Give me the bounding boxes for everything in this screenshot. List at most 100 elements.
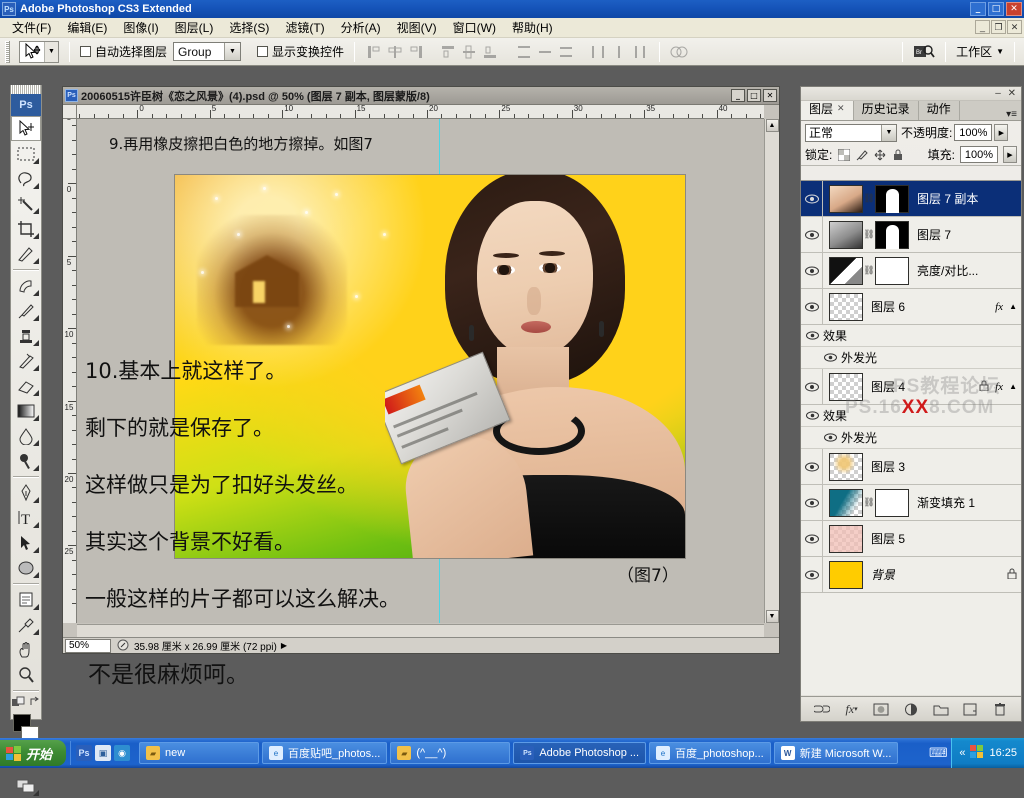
maximize-button[interactable]: □ xyxy=(988,2,1004,16)
chevron-down-icon[interactable]: ▼ xyxy=(881,124,896,141)
notes-tool-button[interactable] xyxy=(11,587,41,612)
align-right-edges-icon[interactable] xyxy=(407,43,425,61)
scroll-down-button[interactable]: ▼ xyxy=(765,610,779,623)
clone-stamp-tool-button[interactable] xyxy=(11,323,41,348)
layer-row-background[interactable]: 背景 xyxy=(801,557,1021,593)
layer-thumbnail[interactable] xyxy=(829,220,863,249)
menu-file[interactable]: 文件(F) xyxy=(4,17,59,38)
panel-collapse-icon[interactable]: – ✕ xyxy=(995,88,1018,99)
layer-visibility-toggle[interactable] xyxy=(801,217,823,252)
task-button-photoshop[interactable]: Ps Adobe Photoshop ... xyxy=(513,742,647,764)
layer-row-brightness-contrast[interactable]: ⛓ 亮度/对比... xyxy=(801,253,1021,289)
scroll-up-button[interactable]: ▲ xyxy=(765,119,779,132)
pen-tool-button[interactable] xyxy=(11,480,41,505)
menu-edit[interactable]: 编辑(E) xyxy=(59,17,115,38)
layer-name[interactable]: 图层 5 xyxy=(871,530,905,547)
eraser-tool-button[interactable] xyxy=(11,373,41,398)
add-layer-mask-button[interactable] xyxy=(872,700,890,718)
menu-image[interactable]: 图像(I) xyxy=(115,17,166,38)
layer-name[interactable]: 图层 7 xyxy=(917,226,951,243)
network-icon[interactable] xyxy=(970,745,984,761)
layer-effect-outer-glow-row[interactable]: 外发光 xyxy=(801,427,1021,449)
menu-select[interactable]: 选择(S) xyxy=(221,17,277,38)
opacity-input[interactable]: 100% xyxy=(954,124,993,141)
chevron-up-icon[interactable]: ▲ xyxy=(1009,382,1017,391)
auto-select-layer-option[interactable]: 自动选择图层 xyxy=(80,43,167,60)
auto-select-scope-select[interactable]: Group ▼ xyxy=(173,42,242,61)
layer-visibility-toggle[interactable] xyxy=(801,181,823,216)
new-layer-button[interactable] xyxy=(961,700,979,718)
layer-row-3[interactable]: 图层 3 xyxy=(801,449,1021,485)
workspace-button[interactable]: 工作区 ▼ xyxy=(956,43,1004,60)
layer-list[interactable]: ⛓ 图层 7 副本 ⛓ 图层 7 ⛓ 亮度/对比... 图层 6 fx ▲ 效果… xyxy=(801,180,1021,695)
photoshop-quicklaunch-icon[interactable]: Ps xyxy=(76,745,93,761)
eyedropper-tool-button[interactable] xyxy=(11,612,41,637)
layer-row-4[interactable]: 图层 4 fx ▲ xyxy=(801,369,1021,405)
path-selection-tool-button[interactable] xyxy=(11,530,41,555)
layer-effects-row[interactable]: 效果 xyxy=(801,325,1021,347)
layer-style-button[interactable]: fx ▾ xyxy=(843,700,861,718)
layer-name[interactable]: 渐变填充 1 xyxy=(917,494,975,511)
layer-name[interactable]: 图层 4 xyxy=(871,378,905,395)
chevron-down-icon[interactable]: ▼ xyxy=(996,47,1004,56)
effects-visibility-toggle[interactable] xyxy=(801,331,823,340)
chevron-down-icon[interactable]: ▼ xyxy=(224,43,241,60)
ruler-corner[interactable] xyxy=(63,105,77,119)
hand-tool-button[interactable] xyxy=(11,637,41,662)
show-transform-checkbox[interactable] xyxy=(257,46,269,57)
distribute-bottom-edges-icon[interactable] xyxy=(557,43,575,61)
layer-name[interactable]: 亮度/对比... xyxy=(917,262,978,279)
ellipse-shape-tool-button[interactable] xyxy=(11,555,41,580)
opacity-slider-arrow[interactable]: ▶ xyxy=(994,124,1009,141)
panel-menu-icon[interactable]: ▾≡ xyxy=(1006,109,1017,120)
task-button-new[interactable]: ▰ new xyxy=(139,742,260,764)
layer-mask-thumbnail[interactable] xyxy=(875,488,909,517)
layer-effects-row[interactable]: 效果 xyxy=(801,405,1021,427)
link-mask-icon[interactable]: ⛓ xyxy=(863,193,875,204)
healing-brush-tool-button[interactable] xyxy=(11,273,41,298)
align-left-edges-icon[interactable] xyxy=(365,43,383,61)
layer-name[interactable]: 图层 3 xyxy=(871,458,905,475)
delete-layer-button[interactable] xyxy=(991,700,1009,718)
menu-layer[interactable]: 图层(L) xyxy=(167,17,222,38)
vertical-scrollbar[interactable]: ▲ ▼ xyxy=(764,119,779,623)
document-maximize-button[interactable]: □ xyxy=(747,89,761,102)
layer-name[interactable]: 背景 xyxy=(871,566,895,583)
close-button[interactable]: ✕ xyxy=(1006,2,1022,16)
toolbox-grip[interactable] xyxy=(11,85,41,94)
menu-view[interactable]: 视图(V) xyxy=(389,17,445,38)
link-layers-button[interactable] xyxy=(813,700,831,718)
auto-align-layers-icon[interactable] xyxy=(670,43,688,61)
language-bar[interactable]: ⌨ xyxy=(925,745,951,761)
document-title-bar[interactable]: Ps 20060515许臣树《恋之风景》(4).psd @ 50% (图层 7 … xyxy=(63,87,779,105)
distribute-right-edges-icon[interactable] xyxy=(631,43,649,61)
gradient-tool-button[interactable] xyxy=(11,398,41,423)
layer-visibility-toggle[interactable] xyxy=(801,485,823,520)
task-button-folder-smiley[interactable]: ▰ (^__^) xyxy=(390,742,511,764)
fill-slider-arrow[interactable]: ▶ xyxy=(1003,146,1017,163)
layer-row-copy7[interactable]: ⛓ 图层 7 副本 xyxy=(801,181,1021,217)
menu-filter[interactable]: 滤镜(T) xyxy=(277,17,332,38)
layer-row-7[interactable]: ⛓ 图层 7 xyxy=(801,217,1021,253)
document-canvas[interactable]: 9.再用橡皮擦把白色的地方擦掉。如图7 10.基本上就这样了。 剩下的就是保存了… xyxy=(77,119,764,623)
layer-thumbnail[interactable] xyxy=(829,372,863,401)
align-horizontal-centers-icon[interactable] xyxy=(386,43,404,61)
task-button-baidu[interactable]: e 百度_photoshop... xyxy=(649,742,771,764)
move-tool-button[interactable] xyxy=(11,116,41,141)
show-desktop-icon[interactable]: ▣ xyxy=(95,745,112,761)
panel-title-bar[interactable]: – ✕ xyxy=(801,87,1021,101)
task-button-baidu-tieba[interactable]: e 百度贴吧_photos... xyxy=(262,742,388,764)
brush-tool-button[interactable] xyxy=(11,298,41,323)
close-icon[interactable]: ✕ xyxy=(837,103,845,114)
layer-visibility-toggle[interactable] xyxy=(801,557,823,592)
layer-thumbnail[interactable] xyxy=(829,560,863,589)
layer-mask-thumbnail[interactable] xyxy=(875,256,909,285)
layer-thumbnail[interactable] xyxy=(829,256,863,285)
tray-expand-icon[interactable]: « xyxy=(959,747,965,759)
go-to-bridge-button[interactable]: Br xyxy=(913,43,935,61)
distribute-vertical-centers-icon[interactable] xyxy=(536,43,554,61)
align-vertical-centers-icon[interactable] xyxy=(460,43,478,61)
status-expand-icon[interactable]: ▶ xyxy=(281,641,287,650)
effect-visibility-toggle[interactable] xyxy=(819,353,841,362)
layer-thumbnail[interactable] xyxy=(829,292,863,321)
